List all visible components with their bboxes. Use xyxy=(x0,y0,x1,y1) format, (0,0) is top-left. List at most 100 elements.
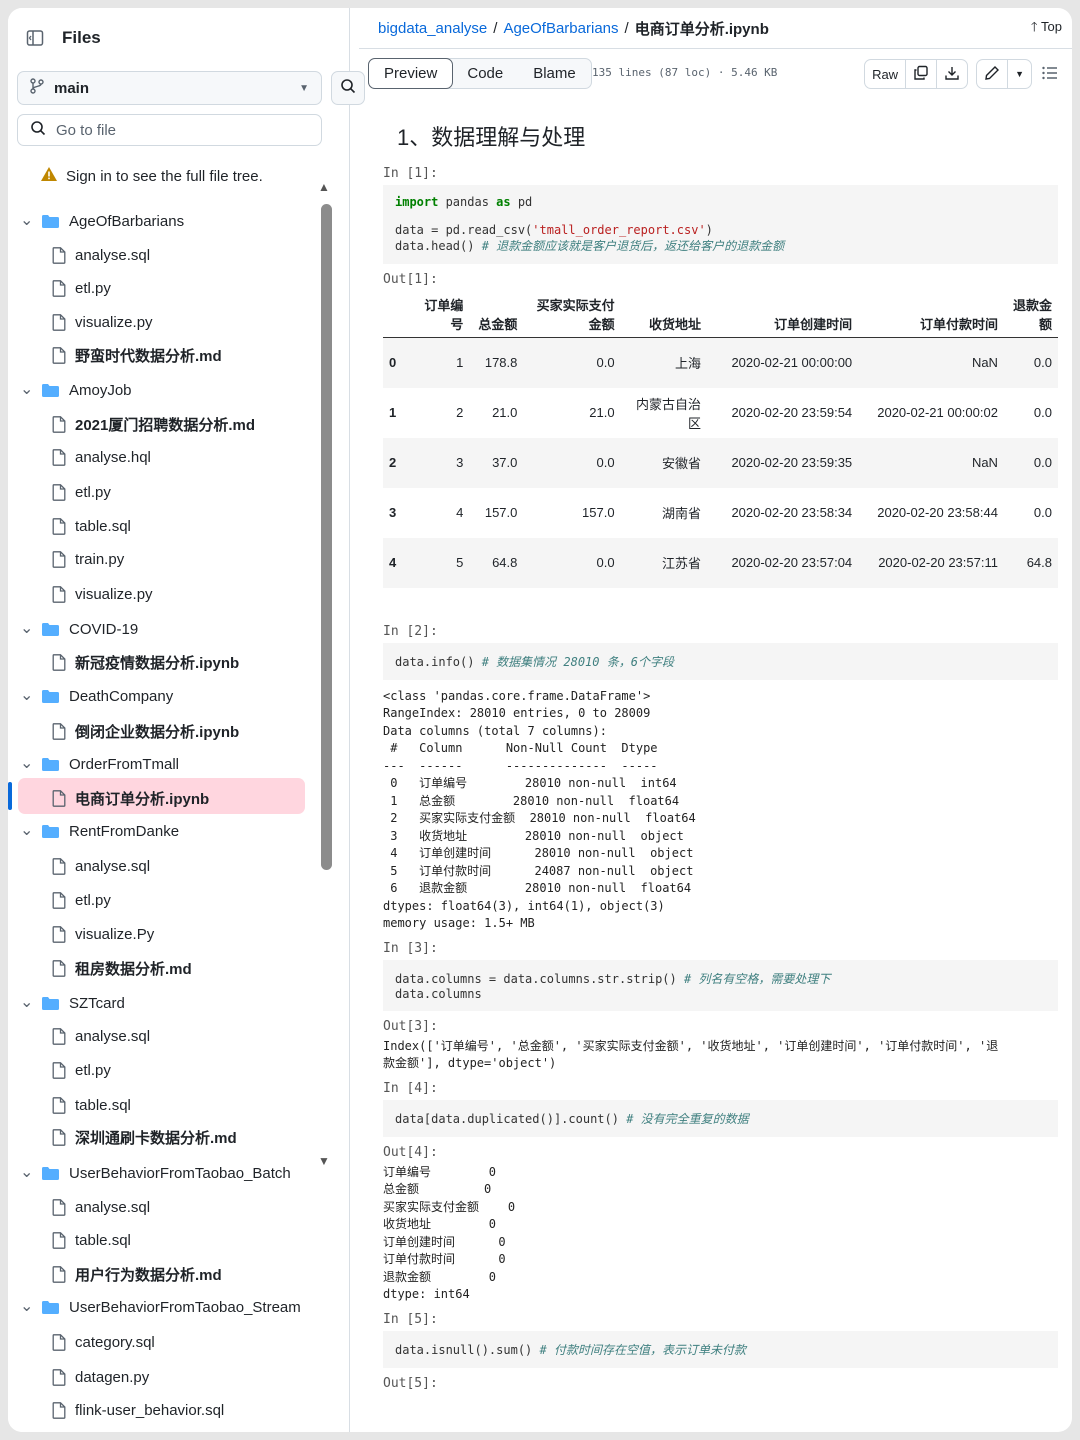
file-item[interactable]: table.sql xyxy=(8,1094,131,1116)
file-item[interactable]: category.sql xyxy=(8,1331,155,1353)
edit-dropdown-button[interactable]: ▼ xyxy=(1007,60,1031,88)
code-comment: # 退款金额应该就是客户退货后，返还给客户的退款金额 xyxy=(481,239,785,253)
breadcrumb-repo-link[interactable]: bigdata_analyse xyxy=(378,20,487,37)
search-icon xyxy=(30,120,46,140)
file-item[interactable]: 电商订单分析.ipynb xyxy=(8,787,209,809)
chevron-down-icon[interactable]: ⌄ xyxy=(20,1299,33,1315)
row-index: 4 xyxy=(389,555,397,570)
folder-item[interactable]: ⌄ AmoyJob xyxy=(8,379,132,401)
file-icon xyxy=(52,1061,66,1079)
table-row: 0 1 178.8 0.0 上海 2020-02-21 00:00:00 NaN 0.0 xyxy=(383,337,1058,388)
folder-icon xyxy=(42,757,59,771)
tree-item-label: UserBehaviorFromTaobao_Stream xyxy=(69,1298,301,1316)
chevron-down-icon[interactable]: ⌄ xyxy=(20,756,33,772)
chevron-down-icon[interactable]: ⌄ xyxy=(20,688,33,704)
table-cell: 3 xyxy=(456,455,464,470)
file-item[interactable]: visualize.py xyxy=(8,311,153,333)
collapse-sidebar-icon[interactable] xyxy=(22,25,48,51)
folder-item[interactable]: ⌄ AgeOfBarbarians xyxy=(8,210,184,232)
table-cell: 0.0 xyxy=(596,455,615,470)
file-item[interactable]: 用户行为数据分析.md xyxy=(8,1263,222,1285)
files-title: Files xyxy=(62,28,101,47)
caret-down-icon: ▼ xyxy=(299,82,309,94)
file-item[interactable]: 新冠疫情数据分析.ipynb xyxy=(8,651,239,673)
file-item[interactable]: visualize.Py xyxy=(8,923,154,945)
file-item[interactable]: flink-user_behavior.sql xyxy=(8,1399,224,1421)
back-to-top-button[interactable]: 🡑 Top xyxy=(1031,18,1062,40)
tree-item-label: DeathCompany xyxy=(69,687,174,705)
folder-item[interactable]: ⌄ OrderFromTmall xyxy=(8,753,179,775)
tree-item-label: etl.py xyxy=(75,279,111,297)
scroll-down-icon[interactable]: ▼ xyxy=(318,1154,330,1168)
file-item[interactable]: analyse.sql xyxy=(8,244,150,266)
folder-item[interactable]: ⌄ UserBehaviorFromTaobao_Stream xyxy=(8,1296,301,1318)
go-to-file-input[interactable]: Go to file xyxy=(17,114,322,146)
tab-blame[interactable]: Blame xyxy=(518,59,591,88)
folder-item[interactable]: ⌄ SZTcard xyxy=(8,992,125,1014)
table-cell: 0.0 xyxy=(1033,505,1052,520)
chevron-down-icon[interactable]: ⌄ xyxy=(20,995,33,1011)
file-item[interactable]: 租房数据分析.md xyxy=(8,957,192,979)
tree-item-label: visualize.py xyxy=(75,313,153,331)
tree-item-label: 用户行为数据分析.md xyxy=(75,1266,222,1284)
file-item[interactable]: 野蛮时代数据分析.md xyxy=(8,344,222,366)
output-prompt: Out[4]: xyxy=(383,1144,438,1160)
file-item[interactable]: etl.py xyxy=(8,1059,111,1081)
copy-raw-button[interactable] xyxy=(905,60,936,88)
file-item[interactable]: datagen.py xyxy=(8,1366,149,1388)
file-item[interactable]: train.py xyxy=(8,548,124,570)
folder-item[interactable]: ⌄ COVID-19 xyxy=(8,618,138,640)
cell-prompt: In [4]: xyxy=(383,1080,438,1096)
folder-item[interactable]: ⌄ RentFromDanke xyxy=(8,820,179,842)
file-item[interactable]: analyse.sql xyxy=(8,1196,150,1218)
table-cell: 157.0 xyxy=(582,505,615,520)
table-cell: 2020-02-20 23:58:44 xyxy=(877,505,998,520)
tab-code[interactable]: Code xyxy=(452,59,518,88)
code-token: as xyxy=(496,195,511,209)
chevron-down-icon[interactable]: ⌄ xyxy=(20,213,33,229)
file-item[interactable]: table.sql xyxy=(8,515,131,537)
cell-prompt: In [2]: xyxy=(383,623,438,639)
header-divider xyxy=(359,48,1072,49)
row-index: 0 xyxy=(389,355,397,371)
tree-item-label: visualize.py xyxy=(75,585,153,603)
file-item[interactable]: analyse.sql xyxy=(8,1025,150,1047)
chevron-down-icon[interactable]: ⌄ xyxy=(20,823,33,839)
file-item[interactable]: etl.py xyxy=(8,889,111,911)
code-token: pd xyxy=(510,195,533,209)
file-item[interactable]: analyse.sql xyxy=(8,855,150,877)
download-raw-button[interactable] xyxy=(936,60,967,88)
file-item[interactable]: visualize.py xyxy=(8,583,153,605)
file-tree-sidebar: Files main ▼ Go to file Sign in to see t… xyxy=(8,8,365,1432)
tab-preview[interactable]: Preview xyxy=(368,58,454,89)
chevron-down-icon[interactable]: ⌄ xyxy=(20,621,33,637)
branch-selector[interactable]: main ▼ xyxy=(17,71,322,105)
file-size-info: 135 lines (87 loc) · 5.46 KB xyxy=(592,66,778,79)
sidebar-scrollbar[interactable] xyxy=(321,204,332,870)
breadcrumb-separator: / xyxy=(624,20,629,37)
file-item[interactable]: etl.py xyxy=(8,481,111,503)
table-column-header: 订单创建时间 xyxy=(774,317,853,332)
cell-prompt: In [5]: xyxy=(383,1311,438,1327)
file-icon xyxy=(52,246,66,264)
tree-item-label: 2021厦门招聘数据分析.md xyxy=(75,416,256,434)
file-item[interactable]: analyse.hql xyxy=(8,446,151,468)
file-item[interactable]: etl.py xyxy=(8,277,111,299)
edit-file-button[interactable] xyxy=(977,60,1007,88)
file-item[interactable]: 倒闭企业数据分析.ipynb xyxy=(8,720,239,742)
breadcrumb-folder-link[interactable]: AgeOfBarbarians xyxy=(503,20,618,37)
folder-item[interactable]: ⌄ DeathCompany xyxy=(8,685,173,707)
raw-button[interactable]: Raw xyxy=(865,60,905,88)
file-item[interactable]: table.sql xyxy=(8,1229,131,1251)
folder-item[interactable]: ⌄ UserBehaviorFromTaobao_Batch xyxy=(8,1162,291,1184)
scroll-up-icon[interactable]: ▲ xyxy=(318,180,330,194)
file-item[interactable]: 深圳通刷卡数据分析.md xyxy=(8,1126,237,1148)
table-cell: 1 xyxy=(456,355,464,371)
file-icon xyxy=(52,415,66,433)
row-index: 1 xyxy=(389,405,397,420)
chevron-down-icon[interactable]: ⌄ xyxy=(20,382,33,398)
chevron-down-icon[interactable]: ⌄ xyxy=(20,1165,33,1181)
file-item[interactable]: 2021厦门招聘数据分析.md xyxy=(8,413,255,435)
code-token: data.isnull().sum() xyxy=(395,1342,540,1357)
symbols-outline-icon[interactable] xyxy=(1042,66,1058,85)
